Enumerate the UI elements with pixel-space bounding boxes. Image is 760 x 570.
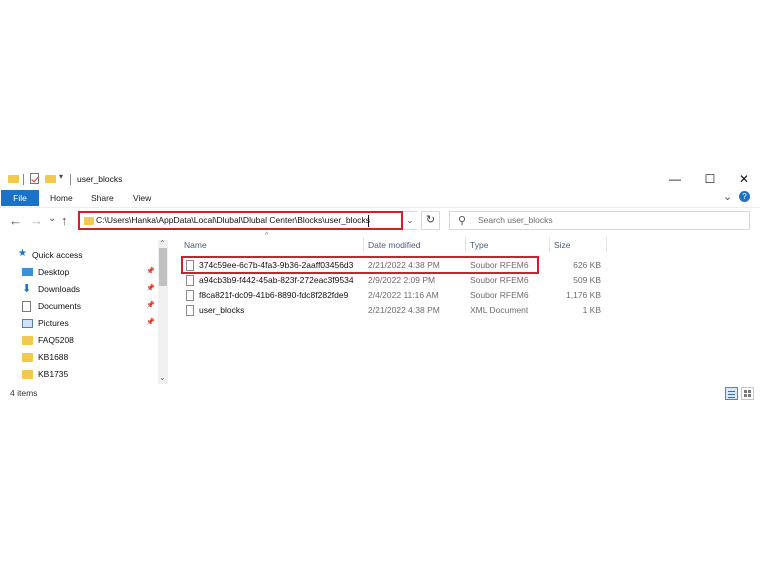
pin-icon: 📌 xyxy=(146,302,155,309)
title-bar: ▾ user_blocks — ☐ ✕ xyxy=(0,170,760,190)
sidebar-item-label: KB1735 xyxy=(38,369,69,379)
highlight-box xyxy=(181,256,539,274)
pin-icon: 📌 xyxy=(146,268,155,275)
forward-button[interactable]: → xyxy=(30,214,43,227)
column-divider[interactable] xyxy=(465,237,466,252)
tab-file[interactable]: File xyxy=(1,190,39,206)
pictures-icon xyxy=(22,319,33,328)
download-icon: ⬇ xyxy=(22,283,32,295)
ribbon-divider xyxy=(0,207,760,208)
search-input[interactable]: Search user_blocks xyxy=(478,215,553,225)
column-divider[interactable] xyxy=(549,237,550,252)
desktop-icon xyxy=(22,268,33,276)
expand-ribbon-icon[interactable]: ⌄ xyxy=(723,190,732,203)
customize-toolbar-icon[interactable]: ▾ xyxy=(59,172,63,181)
column-divider[interactable] xyxy=(606,237,607,252)
file-icon xyxy=(186,275,194,286)
file-type: XML Document xyxy=(470,305,529,315)
file-row[interactable]: user_blocks 2/21/2022 4:38 PM XML Docume… xyxy=(183,304,607,319)
sidebar-item-label: KB1688 xyxy=(38,352,69,362)
close-button[interactable]: ✕ xyxy=(729,170,759,188)
sort-ascending-icon: ^ xyxy=(265,232,269,239)
search-icon: ⚲ xyxy=(458,215,467,227)
sidebar-item-kb1688[interactable]: KB1688 xyxy=(22,351,162,366)
pin-icon: 📌 xyxy=(146,285,155,292)
sidebar-item-label: FAQ5208 xyxy=(38,335,74,345)
file-name: a94cb3b9-f442-45ab-823f-272eac3f9534 xyxy=(199,275,354,285)
new-folder-icon[interactable] xyxy=(45,175,56,183)
tab-home[interactable]: Home xyxy=(50,190,73,206)
status-item-count: 4 items xyxy=(10,388,38,398)
sidebar-item-label: Quick access xyxy=(32,250,83,260)
file-date: 2/9/2022 2:09 PM xyxy=(368,275,436,285)
tab-view[interactable]: View xyxy=(133,190,151,206)
file-date: 2/4/2022 11:16 AM xyxy=(368,290,439,300)
folder-icon xyxy=(22,370,33,379)
back-button[interactable]: ← xyxy=(9,214,22,227)
file-type: Soubor RFEM6 xyxy=(470,290,529,300)
file-name: f8ca821f-dc09-41b6-8890-fdc8f282fde9 xyxy=(199,290,349,300)
sidebar-item-pictures[interactable]: Pictures 📌 xyxy=(22,317,162,332)
recent-locations-button[interactable]: ⌄ xyxy=(48,213,56,224)
sidebar-item-documents[interactable]: Documents 📌 xyxy=(22,300,162,315)
refresh-button[interactable]: ↻ xyxy=(421,211,440,230)
address-bar[interactable]: C:\Users\Hanka\AppData\Local\Dlubal\Dlub… xyxy=(78,211,403,230)
toolbar-separator xyxy=(70,174,71,185)
folder-icon xyxy=(22,353,33,362)
column-header-name[interactable]: Name xyxy=(184,240,207,250)
sidebar-item-desktop[interactable]: Desktop 📌 xyxy=(22,266,162,281)
toolbar-separator xyxy=(23,174,24,185)
address-path[interactable]: C:\Users\Hanka\AppData\Local\Dlubal\Dlub… xyxy=(96,215,370,225)
folder-icon xyxy=(8,175,19,183)
text-cursor xyxy=(368,215,369,227)
up-button[interactable]: ↑ xyxy=(61,214,68,227)
column-header-date[interactable]: Date modified xyxy=(368,240,420,250)
file-size: 509 KB xyxy=(573,275,601,285)
scroll-down-icon[interactable]: ⌄ xyxy=(159,373,166,382)
file-row[interactable]: a94cb3b9-f442-45ab-823f-272eac3f9534 2/9… xyxy=(183,274,607,289)
search-box[interactable]: ⚲ Search user_blocks xyxy=(449,211,750,230)
sidebar-item-label: Downloads xyxy=(38,284,81,294)
column-header-size[interactable]: Size xyxy=(554,240,571,250)
maximize-button[interactable]: ☐ xyxy=(695,170,725,188)
pin-icon: 📌 xyxy=(146,319,155,326)
sidebar-item-faq5208[interactable]: FAQ5208 xyxy=(22,334,162,349)
properties-icon[interactable] xyxy=(30,173,39,184)
tab-share[interactable]: Share xyxy=(91,190,114,206)
column-divider[interactable] xyxy=(363,237,364,252)
sidebar-item-quick-access[interactable]: ★ Quick access xyxy=(18,248,158,264)
sidebar-item-kb1735[interactable]: KB1735 xyxy=(22,368,162,383)
file-size: 1,176 KB xyxy=(566,290,601,300)
help-icon[interactable]: ? xyxy=(739,191,750,202)
file-type: Soubor RFEM6 xyxy=(470,275,529,285)
folder-icon xyxy=(22,336,33,345)
minimize-button[interactable]: — xyxy=(660,170,690,188)
xml-file-icon xyxy=(186,305,194,316)
details-view-button[interactable] xyxy=(725,387,738,400)
file-date: 2/21/2022 4:38 PM xyxy=(368,305,440,315)
folder-icon xyxy=(84,217,94,225)
nav-scrollbar-thumb[interactable] xyxy=(159,248,167,286)
sidebar-item-label: Documents xyxy=(38,301,81,311)
window-title: user_blocks xyxy=(77,174,123,184)
file-row[interactable]: f8ca821f-dc09-41b6-8890-fdc8f282fde9 2/4… xyxy=(183,289,607,304)
file-size: 1 KB xyxy=(582,305,601,315)
address-dropdown-button[interactable]: ⌄ xyxy=(403,211,417,230)
file-icon xyxy=(186,290,194,301)
documents-icon xyxy=(22,301,31,312)
sidebar-item-label: Pictures xyxy=(38,318,69,328)
large-icons-view-button[interactable] xyxy=(741,387,754,400)
star-icon: ★ xyxy=(18,248,27,259)
scroll-up-icon[interactable]: ⌃ xyxy=(159,239,166,248)
column-header-type[interactable]: Type xyxy=(470,240,488,250)
sidebar-item-label: Desktop xyxy=(38,267,70,277)
file-name: user_blocks xyxy=(199,305,245,315)
sidebar-item-downloads[interactable]: ⬇ Downloads 📌 xyxy=(22,283,162,298)
file-size: 626 KB xyxy=(573,260,601,270)
